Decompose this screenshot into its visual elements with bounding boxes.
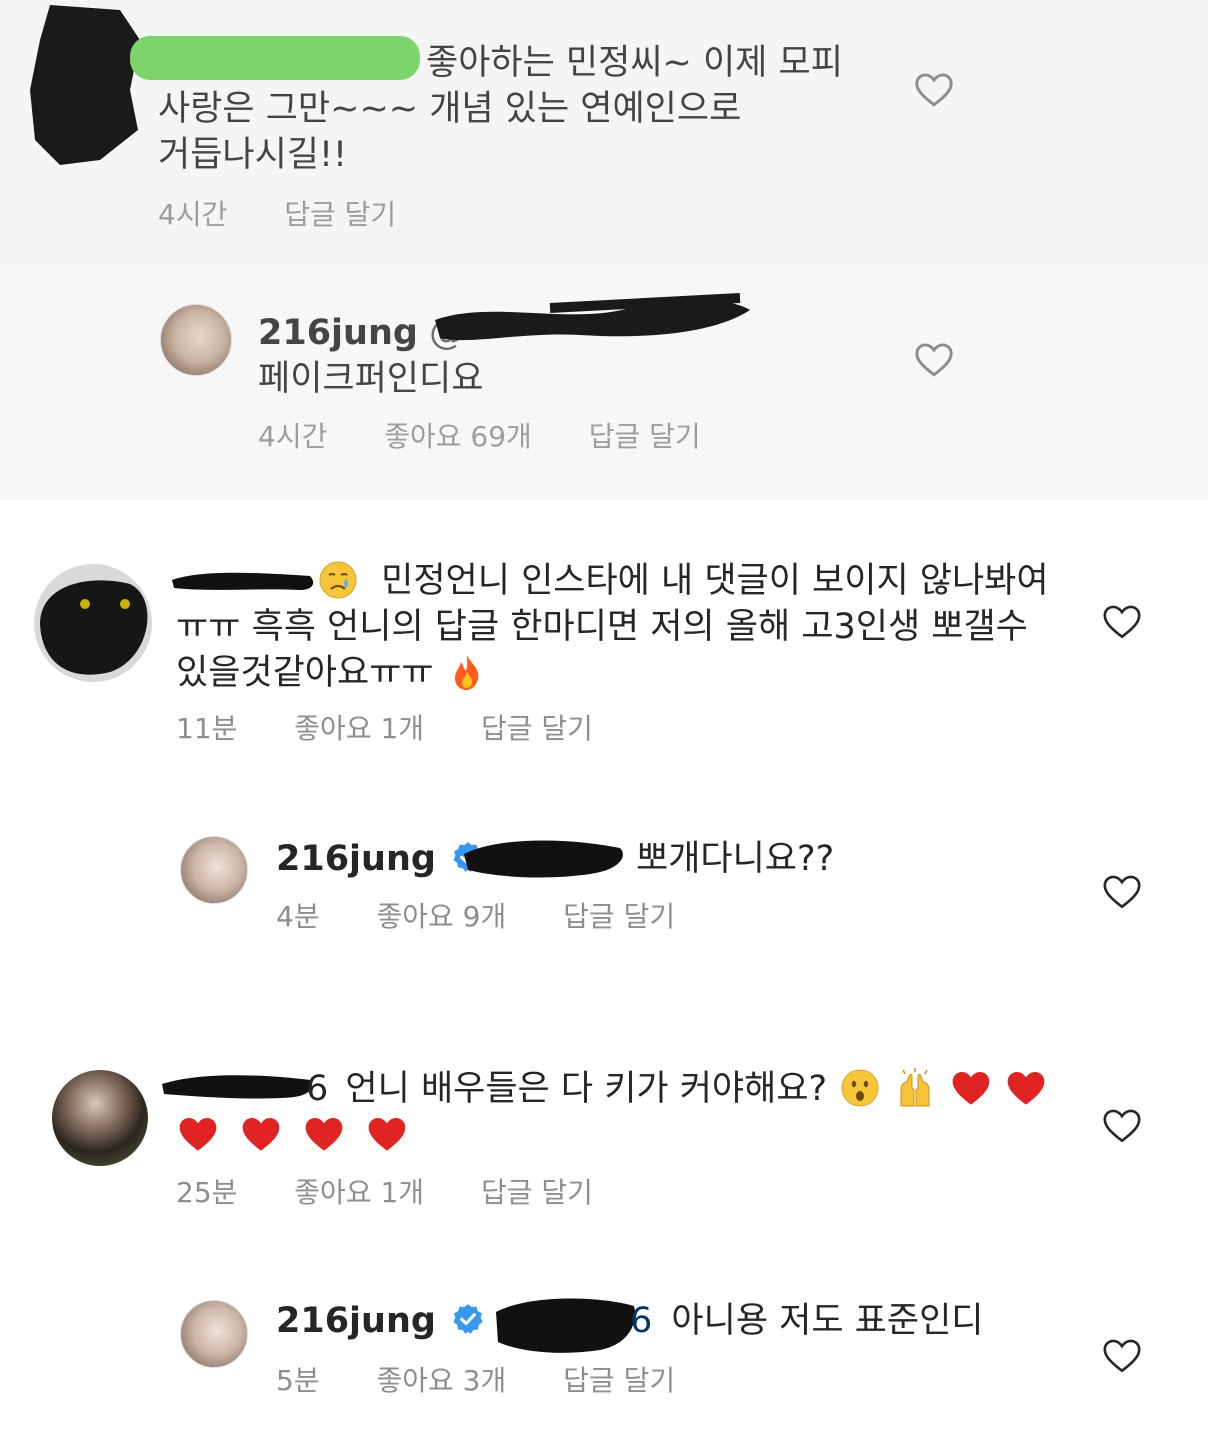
red-heart-icon [952, 1072, 989, 1105]
heart-outline-icon[interactable] [1102, 604, 1142, 640]
redaction-scribble [172, 572, 314, 590]
comment-text-line3: 있을것같아요ㅠㅠ [176, 653, 434, 693]
redaction-scribble [435, 293, 750, 341]
red-heart-icon [369, 1118, 406, 1151]
comment-text: 페이크퍼인디요 [258, 359, 484, 399]
heart-outline-icon[interactable] [1102, 1338, 1142, 1374]
reply-button[interactable]: 답글 달기 [563, 900, 675, 933]
comment-text: 언니 배우들은 다 키가 커야해요? [345, 1069, 828, 1109]
redaction-scribble [496, 1298, 635, 1353]
reply-block-1: 216jung @ 페이크퍼인디요 4시간 좋아요 69개 답글 달기 [0, 268, 1208, 500]
reply-button[interactable]: 답글 달기 [481, 712, 593, 745]
like-count[interactable]: 좋아요 1개 [294, 712, 424, 745]
raising-hands-icon [900, 1068, 930, 1107]
redaction-scribble [40, 580, 148, 675]
avatar[interactable] [160, 304, 232, 376]
comment-time: 11분 [176, 712, 238, 745]
comment-list: 민정언니 인스타에 내 댓글이 보이지 않나봐여 ㅠㅠ 흑흑 언니의 답글 한마… [0, 500, 1208, 1440]
heart-outline-icon[interactable] [914, 72, 954, 108]
avatar[interactable] [180, 836, 248, 904]
comment-text-line2: ㅠㅠ 흑흑 언니의 답글 한마디면 저의 올해 고3인생 뽀갤수 [176, 607, 1028, 647]
red-heart-icon [179, 1118, 217, 1151]
like-count[interactable]: 좋아요 3개 [376, 1364, 506, 1397]
mention-suffix[interactable]: 6 [630, 1301, 652, 1341]
avatar[interactable] [52, 1070, 148, 1166]
comment-time: 25분 [176, 1176, 238, 1209]
comment-time: 4분 [276, 900, 320, 933]
like-count[interactable]: 좋아요 69개 [384, 420, 532, 453]
emoji-row [176, 1112, 409, 1158]
redaction-scribble [464, 840, 623, 878]
username[interactable]: 216jung [276, 1301, 436, 1341]
verified-badge-icon [453, 1304, 483, 1334]
reply-button[interactable]: 답글 달기 [284, 198, 396, 231]
redaction-scribble [162, 1075, 313, 1099]
comment-text-line3: 거듭나시길!! [158, 135, 348, 175]
comment-time: 4시간 [158, 198, 228, 231]
comment-time: 5분 [276, 1364, 320, 1397]
redaction-highlight [130, 36, 420, 80]
reply-button[interactable]: 답글 달기 [481, 1176, 593, 1209]
red-heart-icon [242, 1118, 280, 1151]
comment-prefix: 6 [306, 1069, 329, 1109]
username[interactable]: 216jung [276, 839, 436, 879]
username[interactable]: 216jung [258, 313, 418, 353]
heart-outline-icon[interactable] [1102, 874, 1142, 910]
comment-text: 뽀개다니요?? [636, 839, 835, 879]
red-heart-icon [1007, 1072, 1045, 1105]
like-count[interactable]: 좋아요 1개 [294, 1176, 424, 1209]
comment-time: 4시간 [258, 420, 328, 453]
comment-text: 좋아하는 민정씨~ 이제 모피 [426, 43, 843, 83]
surprised-face-icon [841, 1069, 879, 1107]
like-count[interactable]: 좋아요 9개 [376, 900, 506, 933]
crying-face-icon [319, 561, 357, 599]
comment-text-line2: 사랑은 그만~~~ 개념 있는 연예인으로 [158, 89, 742, 129]
avatar[interactable] [180, 1300, 248, 1368]
comment-block-1: 좋아하는 민정씨~ 이제 모피 사랑은 그만~~~ 개념 있는 연예인으로 거듭… [0, 0, 1208, 268]
reply-button[interactable]: 답글 달기 [589, 420, 701, 453]
comment-text: 민정언니 인스타에 내 댓글이 보이지 않나봐여 [381, 561, 1049, 601]
heart-outline-icon[interactable] [1102, 1108, 1142, 1144]
heart-outline-icon[interactable] [914, 342, 954, 378]
redaction-scribble [30, 5, 140, 165]
fire-icon [454, 655, 479, 690]
comment-text: 아니용 저도 표준인디 [671, 1301, 984, 1341]
red-heart-icon [305, 1118, 343, 1151]
reply-button[interactable]: 답글 달기 [563, 1364, 675, 1397]
